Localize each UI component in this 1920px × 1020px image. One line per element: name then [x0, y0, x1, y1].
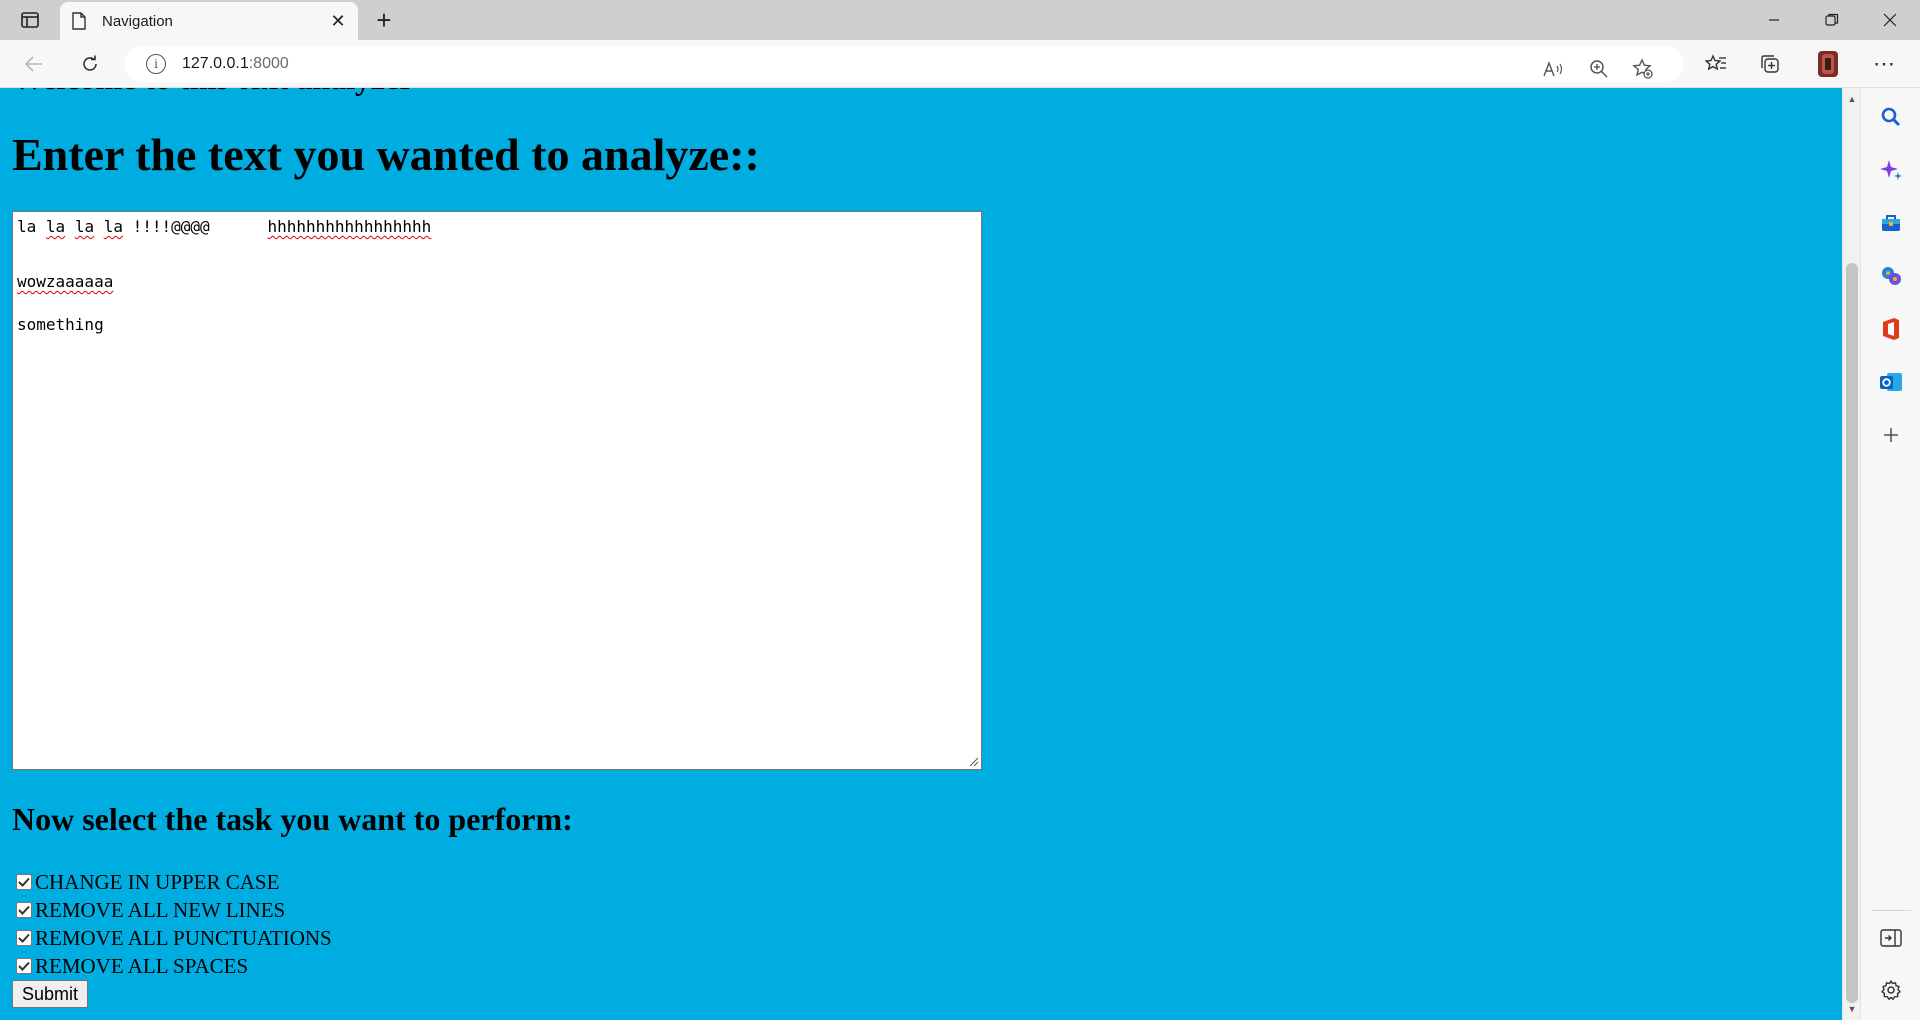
resize-handle-icon[interactable] — [969, 757, 979, 767]
profile-avatar[interactable] — [1812, 48, 1844, 80]
copilot-icon[interactable] — [1877, 156, 1905, 184]
outlook-icon[interactable] — [1877, 368, 1905, 396]
checkbox-checked[interactable] — [16, 958, 32, 974]
minimize-icon[interactable] — [1746, 0, 1802, 40]
address-host: 127.0.0.1 — [182, 55, 249, 72]
option-label: REMOVE ALL NEW LINES — [35, 897, 286, 922]
textarea-line: something — [17, 315, 104, 334]
tab-navigation[interactable]: Navigation ✕ — [60, 2, 358, 40]
page-scrollbar[interactable]: ▲ ▼ — [1842, 88, 1860, 1020]
browser-window: Navigation ✕ + i 127.0.0.1 :8000 ⋯ Enter… — [0, 0, 1920, 1020]
page-title-partial: Welcome to this text analyzer — [12, 88, 414, 97]
games-icon[interactable] — [1877, 262, 1905, 290]
hide-sidebar-icon[interactable] — [1877, 924, 1905, 952]
task-heading: Now select the task you want to perform: — [12, 801, 573, 837]
info-icon[interactable]: i — [146, 54, 166, 74]
edge-sidebar — [1860, 88, 1920, 1020]
checkbox-checked[interactable] — [16, 902, 32, 918]
option-label: REMOVE ALL SPACES — [35, 953, 249, 978]
address-port: :8000 — [248, 55, 289, 72]
page-icon — [72, 12, 88, 30]
scroll-up-arrow-icon[interactable]: ▲ — [1847, 94, 1857, 104]
favorites-icon[interactable] — [1700, 48, 1732, 80]
read-aloud-icon[interactable] — [1538, 54, 1568, 84]
zoom-icon[interactable] — [1584, 54, 1614, 84]
scroll-thumb[interactable] — [1846, 263, 1858, 1003]
favorite-star-icon[interactable] — [1628, 54, 1658, 84]
task-options: CHANGE IN UPPER CASE REMOVE ALL NEW LINE… — [16, 868, 332, 980]
tab-title: Navigation — [102, 12, 173, 30]
search-icon[interactable] — [1877, 103, 1905, 131]
textarea-line: la la la la !!!!@@@@ hhhhhhhhhhhhhhhhh — [17, 217, 432, 236]
option-label: CHANGE IN UPPER CASE — [35, 869, 280, 894]
tab-strip: Navigation ✕ + — [0, 0, 1920, 40]
checkbox-checked[interactable] — [16, 874, 32, 890]
settings-icon[interactable] — [1877, 976, 1905, 1004]
textarea-line: wowzaaaaaa — [17, 272, 114, 291]
submit-button[interactable]: Submit — [12, 980, 89, 1008]
page-title: Enter the text you wanted to analyze:: — [12, 129, 760, 180]
option-upper-case[interactable]: CHANGE IN UPPER CASE — [16, 868, 332, 896]
shopping-icon[interactable] — [1877, 209, 1905, 237]
option-label: REMOVE ALL PUNCTUATIONS — [35, 925, 332, 950]
scroll-down-arrow-icon[interactable]: ▼ — [1847, 1004, 1857, 1014]
page-content: Welcome to this text analyzer Enter the … — [0, 88, 1842, 1020]
page-viewport: Welcome to this text analyzer Enter the … — [0, 88, 1842, 1020]
checkbox-checked[interactable] — [16, 930, 32, 946]
option-remove-punctuations[interactable]: REMOVE ALL PUNCTUATIONS — [16, 924, 332, 952]
option-remove-spaces[interactable]: REMOVE ALL SPACES — [16, 952, 332, 980]
restore-icon[interactable] — [1804, 0, 1860, 40]
back-arrow-icon[interactable] — [18, 48, 50, 80]
collections-icon[interactable] — [1754, 48, 1786, 80]
tab-actions-icon[interactable] — [14, 8, 46, 32]
office-icon[interactable] — [1877, 315, 1905, 343]
refresh-icon[interactable] — [74, 48, 106, 80]
browser-toolbar: i 127.0.0.1 :8000 ⋯ — [0, 40, 1920, 88]
address-bar[interactable]: i 127.0.0.1 :8000 — [124, 46, 1684, 82]
text-input-area[interactable]: la la la la !!!!@@@@ hhhhhhhhhhhhhhhhh w… — [12, 211, 982, 770]
option-remove-new-lines[interactable]: REMOVE ALL NEW LINES — [16, 896, 332, 924]
close-window-icon[interactable] — [1862, 0, 1918, 40]
sidebar-divider — [1871, 910, 1911, 911]
textarea-line — [17, 238, 977, 260]
more-menu-icon[interactable]: ⋯ — [1868, 48, 1900, 80]
close-tab-icon[interactable]: ✕ — [328, 11, 348, 31]
add-icon[interactable] — [1877, 421, 1905, 449]
new-tab-button[interactable]: + — [368, 4, 400, 36]
